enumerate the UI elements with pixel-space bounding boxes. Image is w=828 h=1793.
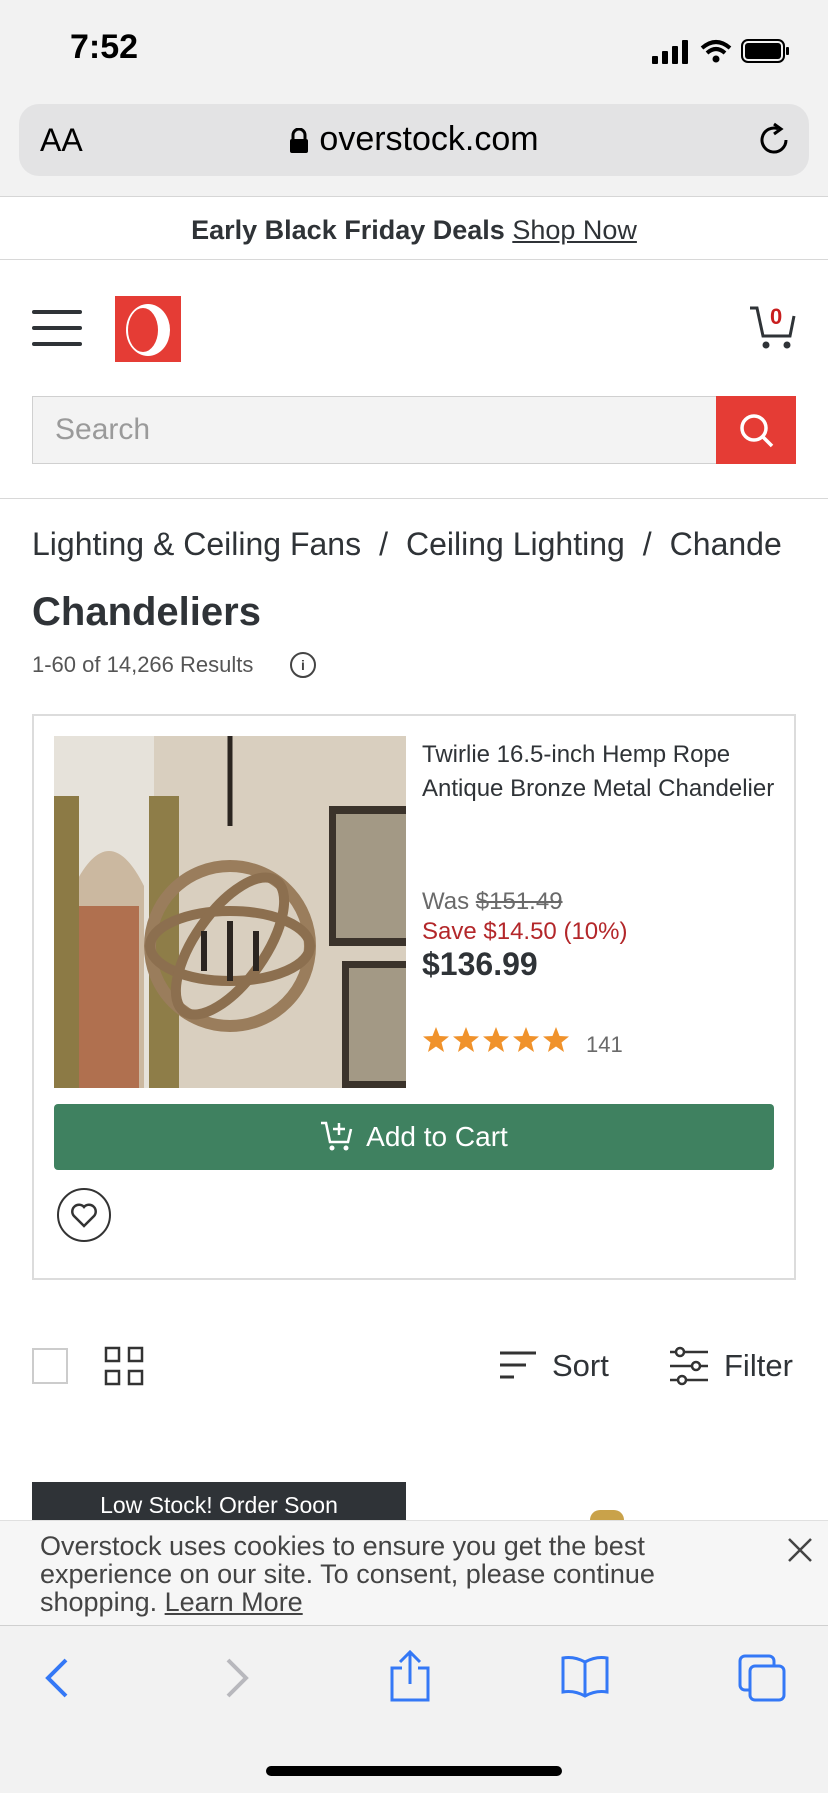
reload-icon[interactable]	[756, 122, 792, 163]
back-icon[interactable]	[42, 1656, 72, 1705]
status-icons	[652, 38, 792, 71]
tabs-icon[interactable]	[738, 1654, 786, 1707]
review-count[interactable]: 141	[586, 1032, 623, 1058]
learn-more-link[interactable]: Learn More	[165, 1587, 303, 1617]
sort-label: Sort	[552, 1347, 609, 1383]
was-price: $151.49	[475, 888, 563, 915]
page-title: Chandeliers	[32, 590, 261, 634]
divider	[0, 498, 828, 499]
filter-icon	[670, 1346, 708, 1386]
results-count: 1-60 of 14,266 Results	[32, 652, 254, 677]
current-price: $136.99	[422, 946, 538, 982]
breadcrumb-separator: /	[642, 526, 652, 562]
lock-icon	[290, 128, 309, 154]
breadcrumb: Lighting & Ceiling Fans / Ceiling Lighting…	[32, 526, 782, 563]
was-label: Was	[422, 888, 470, 915]
sort-icon	[500, 1351, 536, 1379]
favorite-button[interactable]	[57, 1188, 111, 1242]
shop-now-link[interactable]: Shop Now	[512, 215, 637, 245]
search-input[interactable]: Search	[32, 396, 716, 464]
was-price-line: Was $151.49	[422, 888, 563, 916]
breadcrumb-separator: /	[379, 526, 388, 562]
share-icon[interactable]	[388, 1649, 432, 1709]
promo-banner: Early Black Friday Deals Shop Now	[0, 197, 828, 260]
breadcrumb-item[interactable]: Chande	[670, 526, 782, 562]
heart-icon	[71, 1203, 97, 1228]
add-to-cart-button[interactable]: Add to Cart	[54, 1104, 774, 1170]
promo-text: Early Black Friday Deals	[191, 215, 505, 245]
product-title[interactable]: Twirlie 16.5-inch Hemp Rope Antique Bron…	[422, 738, 792, 806]
star-rating	[422, 1026, 574, 1061]
status-time: 7:52	[70, 28, 139, 66]
cart-count: 0	[770, 304, 783, 329]
breadcrumb-item[interactable]: Lighting & Ceiling Fans	[32, 526, 361, 562]
close-icon[interactable]	[786, 1536, 814, 1569]
forward-icon[interactable]	[222, 1656, 252, 1705]
url-display[interactable]: overstock.com	[0, 120, 828, 159]
filter-button[interactable]: Filter	[668, 1346, 793, 1386]
search-button[interactable]	[716, 396, 796, 464]
filter-label: Filter	[724, 1348, 793, 1383]
home-indicator	[266, 1766, 562, 1776]
menu-icon[interactable]	[32, 310, 82, 346]
grid-view-icon[interactable]	[104, 1346, 144, 1391]
sort-button[interactable]: Sort	[498, 1346, 609, 1384]
overstock-logo[interactable]	[115, 296, 181, 362]
bookmarks-icon[interactable]	[560, 1654, 610, 1703]
info-icon[interactable]: i	[290, 652, 316, 678]
add-to-cart-label: Add to Cart	[366, 1121, 508, 1152]
cookie-message: Overstock uses cookies to ensure you get…	[40, 1531, 655, 1617]
cookie-text: Overstock uses cookies to ensure you get…	[40, 1532, 740, 1616]
cart-plus-icon	[321, 1121, 353, 1151]
savings-text: Save $14.50 (10%)	[422, 918, 628, 945]
search-icon	[740, 414, 774, 448]
product-image[interactable]	[54, 736, 406, 1088]
compare-checkbox[interactable]	[32, 1348, 68, 1384]
breadcrumb-item[interactable]: Ceiling Lighting	[406, 526, 625, 562]
url-text: overstock.com	[319, 120, 539, 158]
